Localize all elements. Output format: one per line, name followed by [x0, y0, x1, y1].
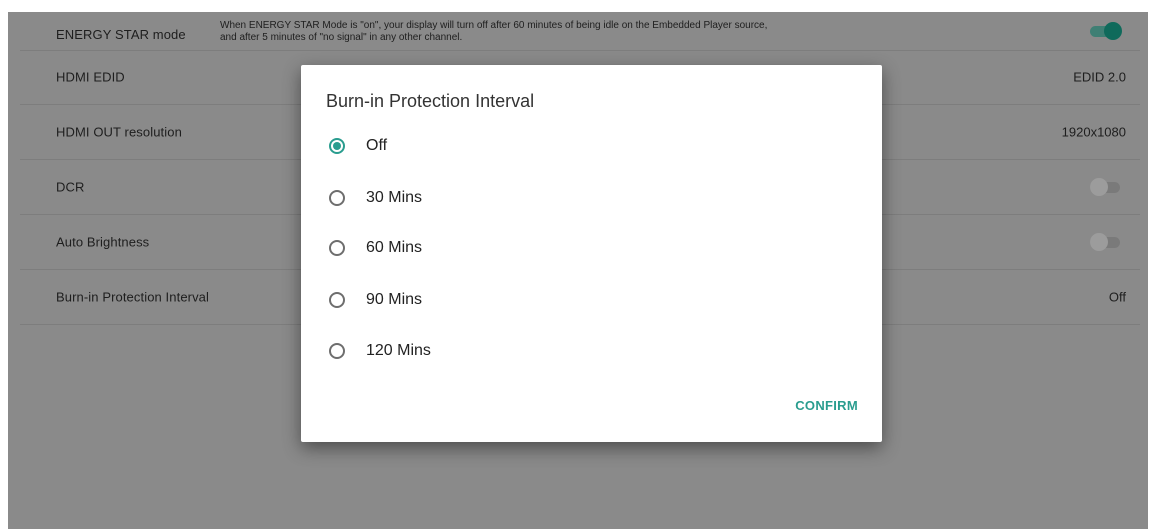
setting-description-line: When ENERGY STAR Mode is "on", your disp…	[220, 20, 768, 31]
toggle-on-icon	[1104, 22, 1122, 40]
setting-label: Auto Brightness	[56, 234, 150, 250]
setting-value: EDID 2.0	[1073, 69, 1126, 85]
option-label: 30 Mins	[366, 189, 423, 206]
option-60-mins[interactable]: 60 Mins	[325, 228, 725, 268]
dcr-toggle[interactable]	[1088, 178, 1122, 196]
radio-unchecked-icon[interactable]	[329, 240, 345, 256]
energy-star-toggle[interactable]	[1088, 22, 1122, 40]
setting-description-line: and after 5 minutes of "no signal" in an…	[220, 32, 463, 43]
toggle-off-icon	[1090, 233, 1108, 251]
setting-label: DCR	[56, 179, 85, 195]
setting-description: When ENERGY STAR Mode is "on", your disp…	[220, 20, 767, 44]
option-label: 60 Mins	[366, 239, 423, 256]
setting-value: 1920x1080	[1061, 124, 1126, 140]
setting-label: HDMI OUT resolution	[56, 124, 182, 140]
option-label: 120 Mins	[366, 342, 431, 359]
option-label: 90 Mins	[366, 291, 423, 308]
burn-in-interval-dialog: Burn-in Protection Interval Off 30 Mins …	[301, 65, 882, 442]
dialog-title: Burn-in Protection Interval	[326, 91, 535, 111]
radio-checked-icon[interactable]	[329, 138, 345, 154]
option-120-mins[interactable]: 120 Mins	[325, 331, 725, 371]
option-label: Off	[366, 137, 388, 154]
setting-value: Off	[1108, 289, 1126, 305]
option-90-mins[interactable]: 90 Mins	[325, 280, 725, 320]
radio-unchecked-icon[interactable]	[329, 343, 345, 359]
setting-label: Burn-in Protection Interval	[56, 289, 209, 305]
setting-row-energy-star[interactable]: ENERGY STAR mode When ENERGY STAR Mode i…	[20, 12, 1140, 51]
setting-label: ENERGY STAR mode	[56, 27, 186, 42]
auto-brightness-toggle[interactable]	[1088, 233, 1122, 251]
radio-unchecked-icon[interactable]	[329, 292, 345, 308]
confirm-button[interactable]: CONFIRM	[795, 398, 858, 413]
toggle-off-icon	[1090, 178, 1108, 196]
option-30-mins[interactable]: 30 Mins	[325, 178, 725, 218]
option-off[interactable]: Off	[325, 126, 725, 166]
setting-label: HDMI EDID	[56, 69, 125, 85]
radio-unchecked-icon[interactable]	[329, 190, 345, 206]
